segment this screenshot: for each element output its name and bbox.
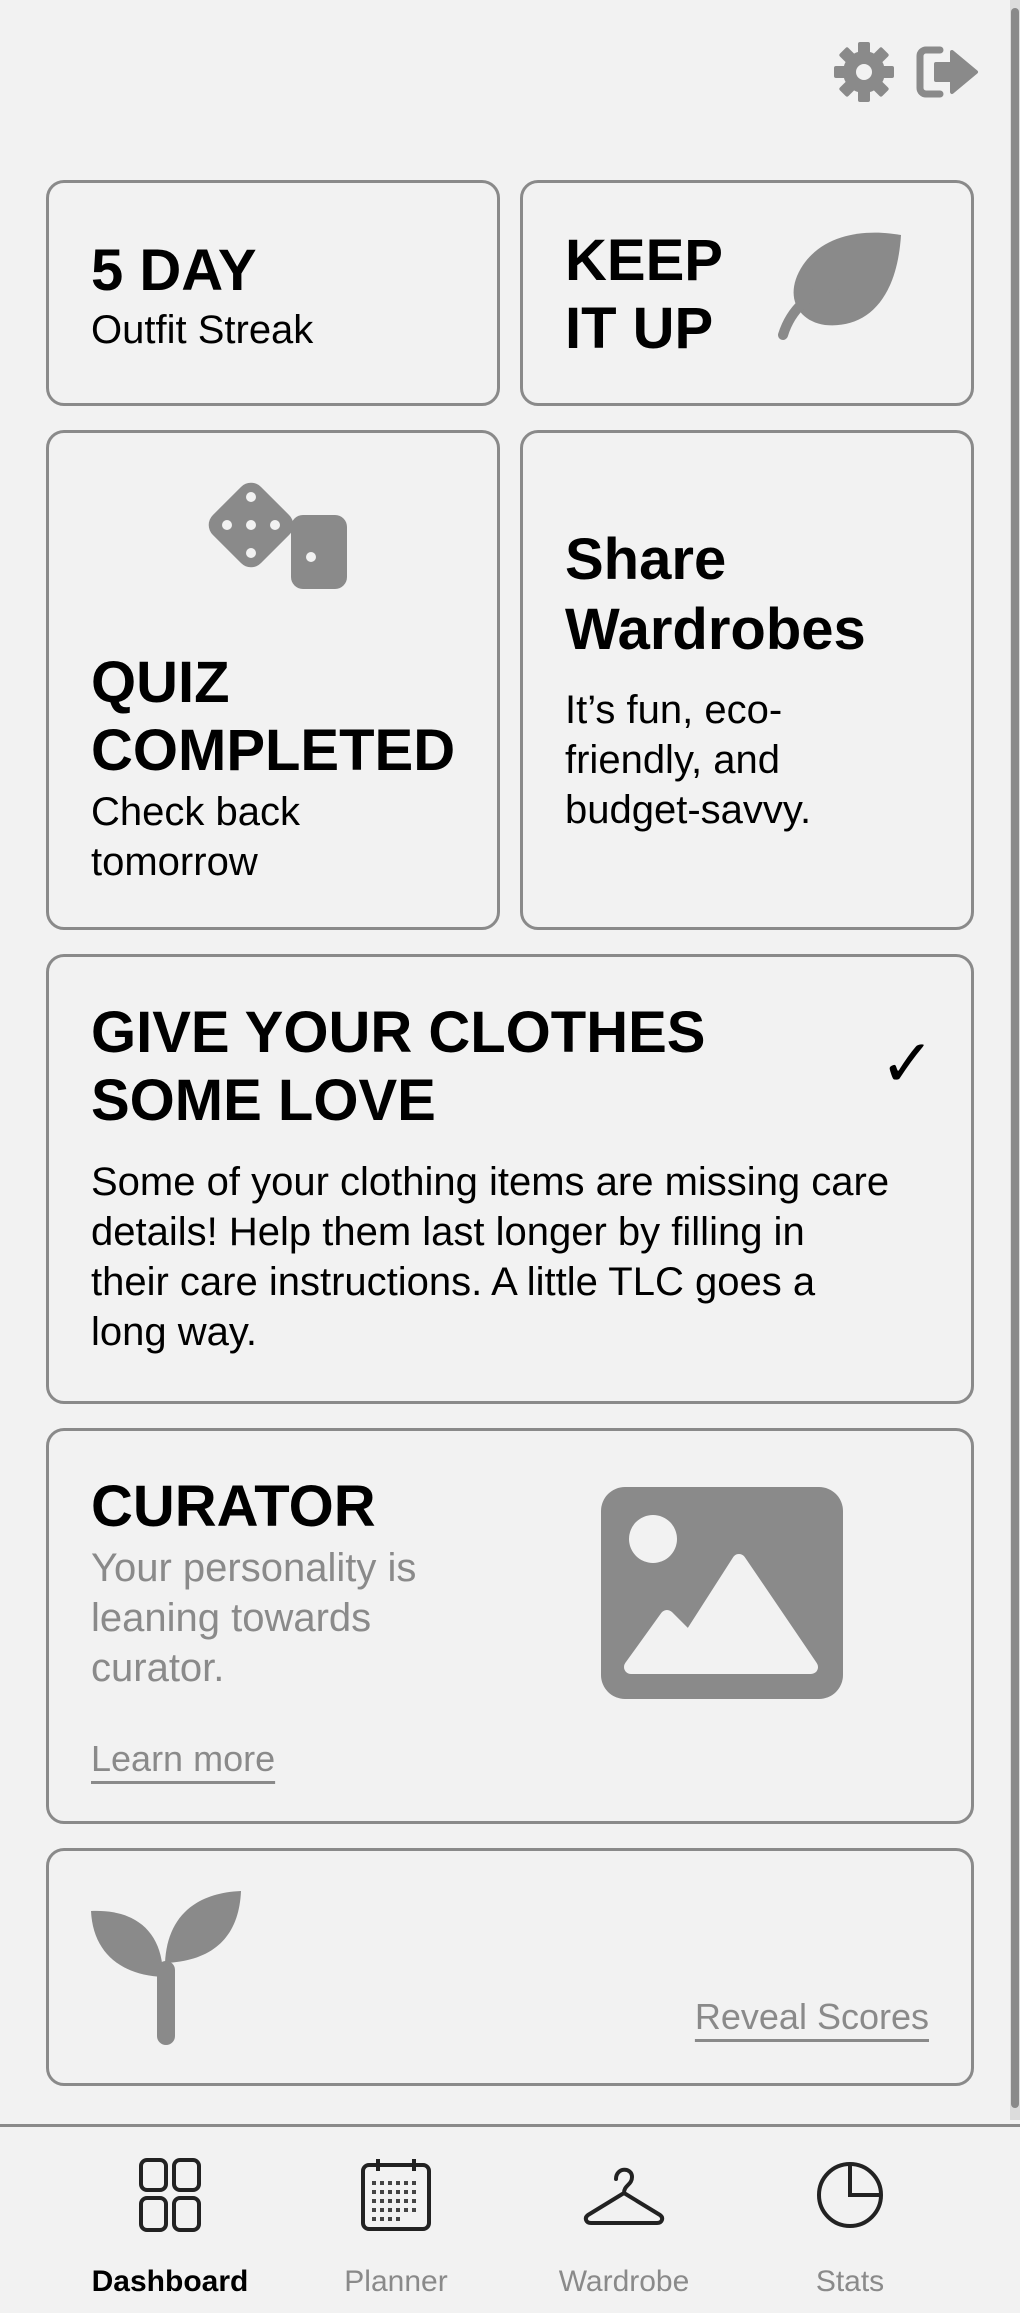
share-body1: It’s fun, eco-	[565, 688, 783, 732]
nav-item-dashboard[interactable]: Dashboard	[60, 2127, 280, 2313]
checkmark-icon[interactable]: ✓	[880, 1029, 935, 1099]
keep-line2: IT UP	[565, 296, 714, 361]
care-line2: SOME LOVE	[91, 1068, 436, 1133]
nav-label-stats: Stats	[815, 2265, 885, 2298]
scrollbar-thumb[interactable]	[1011, 8, 1019, 2108]
bottom-nav: Dashboard Planner Wardrobe Stats	[0, 2124, 1020, 2313]
share-body3: budget-savvy.	[565, 788, 812, 832]
quiz-sub2: tomorrow	[91, 840, 258, 884]
pie-chart-icon	[817, 2162, 883, 2228]
gear-icon	[834, 42, 894, 102]
curator-desc2: leaning towards	[91, 1596, 372, 1640]
nav-item-stats[interactable]: Stats	[740, 2127, 960, 2313]
share-line2: Wardrobes	[565, 597, 866, 662]
logout-button[interactable]	[916, 40, 980, 104]
curator-desc3: curator.	[91, 1646, 225, 1690]
care-details-card[interactable]: GIVE YOUR CLOTHES SOME LOVE ✓ Some of yo…	[46, 954, 974, 1404]
hanger-icon	[583, 2167, 665, 2225]
share-wardrobes-card[interactable]: Share Wardrobes It’s fun, eco- friendly,…	[520, 430, 974, 930]
keep-line1: KEEP	[565, 228, 723, 293]
care-line1: GIVE YOUR CLOTHES	[91, 1000, 706, 1065]
care-body3: their care instructions. A little TLC go…	[91, 1260, 816, 1304]
nav-item-wardrobe[interactable]: Wardrobe	[514, 2127, 734, 2313]
sprout-icon	[91, 1891, 241, 2045]
dice-icon	[208, 482, 347, 589]
reveal-scores-link[interactable]: Reveal Scores	[695, 1995, 929, 2039]
leaf-icon	[778, 232, 901, 340]
care-body4: long way.	[91, 1310, 258, 1354]
nav-label-planner: Planner	[344, 2265, 448, 2298]
curator-title: CURATOR	[91, 1474, 376, 1539]
keep-it-up-card: KEEP IT UP	[520, 180, 974, 406]
streak-subtitle: Outfit Streak	[91, 308, 314, 352]
streak-card: 5 DAY Outfit Streak	[46, 180, 500, 406]
calendar-icon	[361, 2159, 431, 2231]
nav-item-planner[interactable]: Planner	[286, 2127, 506, 2313]
learn-more-link[interactable]: Learn more	[91, 1737, 275, 1781]
care-body1: Some of your clothing items are missing …	[91, 1160, 890, 1204]
curator-desc1: Your personality is	[91, 1546, 417, 1590]
quiz-card: QUIZ COMPLETED Check back tomorrow	[46, 430, 500, 930]
streak-title: 5 DAY	[91, 238, 257, 303]
settings-button[interactable]	[832, 40, 896, 104]
scores-card: Reveal Scores	[46, 1848, 974, 2086]
logout-icon	[916, 46, 978, 98]
curator-card: CURATOR Your personality is leaning towa…	[46, 1428, 974, 1824]
quiz-line1: QUIZ	[91, 650, 230, 715]
quiz-line2: COMPLETED	[91, 718, 456, 783]
image-placeholder-icon	[601, 1487, 843, 1699]
nav-label-wardrobe: Wardrobe	[558, 2265, 690, 2298]
share-line1: Share	[565, 527, 727, 592]
dashboard-icon	[139, 2158, 201, 2232]
quiz-sub1: Check back	[91, 790, 300, 834]
header-actions	[832, 40, 980, 104]
scrollbar[interactable]	[1010, 0, 1020, 2120]
care-body2: details! Help them last longer by fillin…	[91, 1210, 805, 1254]
share-body2: friendly, and	[565, 738, 780, 782]
nav-label-dashboard: Dashboard	[91, 2265, 249, 2298]
